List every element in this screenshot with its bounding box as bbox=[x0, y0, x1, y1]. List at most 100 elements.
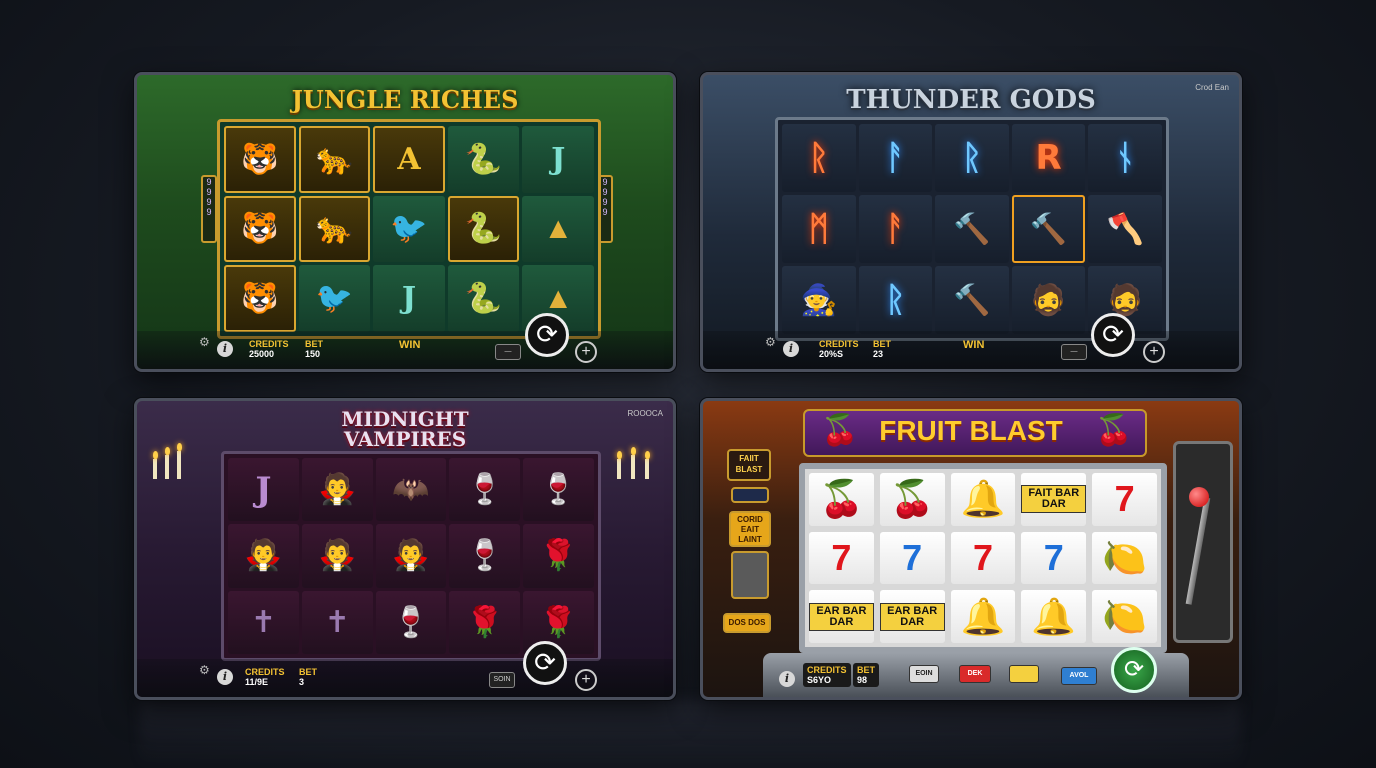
game-title: FRUIT BLAST bbox=[879, 415, 1063, 446]
title-line-2: VAMPIRES bbox=[343, 427, 467, 451]
game-tile-fruit-blast[interactable]: 🍒 🍒 FRUIT BLAST FAIIT BLAST CORID EAIT L… bbox=[700, 398, 1242, 700]
symbol-jaguar: 🐆 bbox=[298, 126, 371, 193]
bet-display: BET 23 bbox=[873, 339, 891, 359]
symbol-bell: 🔔 bbox=[950, 473, 1016, 526]
symbol-bell: 🔔 bbox=[950, 590, 1016, 643]
button-2[interactable]: DEK bbox=[959, 665, 991, 683]
symbol-seven: 7 bbox=[1092, 473, 1157, 526]
bet-plus-button[interactable]: + bbox=[575, 669, 597, 691]
credits-display: CREDITS 20%S bbox=[819, 339, 859, 359]
symbol-lemon: 🍋 bbox=[1092, 531, 1157, 585]
candle-flame bbox=[631, 447, 636, 455]
settings-icon[interactable]: ⚙ bbox=[765, 335, 776, 349]
symbol-cherry: 🍒 bbox=[879, 473, 945, 526]
control-bar: ⚙ i CREDITS 20%S BET 23 WIN — ⟳ + bbox=[703, 313, 1239, 369]
info-icon[interactable]: i bbox=[217, 669, 233, 685]
symbol-tiger: 🐯 bbox=[224, 126, 296, 193]
spin-button[interactable]: ⟳ bbox=[523, 641, 567, 685]
candle-flame bbox=[165, 447, 170, 455]
symbol-j: J bbox=[373, 265, 445, 332]
bet-plus-button[interactable]: + bbox=[1143, 341, 1165, 363]
symbol-bell: 🔔 bbox=[1021, 590, 1087, 643]
symbol-j: J bbox=[522, 126, 594, 193]
symbol-seven: 7 bbox=[809, 531, 874, 585]
side-slider[interactable] bbox=[731, 551, 769, 599]
info-icon[interactable]: i bbox=[217, 341, 233, 357]
win-display: WIN bbox=[963, 339, 985, 351]
symbol-bar: EAR BAR DAR bbox=[809, 590, 874, 643]
symbol-seven: 7 bbox=[950, 531, 1016, 585]
info-icon[interactable]: i bbox=[779, 671, 795, 687]
symbol-vampire: 🧛 bbox=[228, 524, 299, 588]
control-bar: ⚙ i CREDITS 25000 BET 150 WIN — ⟳ + bbox=[137, 313, 673, 369]
lever-knob[interactable] bbox=[1189, 487, 1209, 507]
symbol-rune: ᚱ bbox=[935, 124, 1009, 192]
corner-tag: ROOOCA bbox=[627, 409, 663, 418]
bet-display: BET 3 bbox=[299, 667, 317, 687]
bet-minus-button[interactable]: — bbox=[1061, 344, 1087, 360]
symbol-rune: ᚾ bbox=[1088, 124, 1162, 192]
symbol-tiger: 🐯 bbox=[224, 195, 296, 263]
credits-display: CREDITS 11/9E bbox=[245, 667, 285, 687]
symbol-bar: EAR BAR DAR bbox=[879, 590, 945, 643]
win-display: WIN bbox=[399, 339, 421, 351]
bet-minus-button[interactable]: — bbox=[495, 344, 521, 360]
bet-display: BET 150 bbox=[305, 339, 323, 359]
button-4[interactable]: AVOL bbox=[1061, 667, 1097, 685]
game-tile-midnight-vampires[interactable]: MIDNIGHT VAMPIRES ROOOCA J 🧛 🦇 🍷 🍷 🧛 🧛 🧛… bbox=[134, 398, 676, 700]
spin-button[interactable]: ⟳ bbox=[525, 313, 569, 357]
symbol-warrior: 🧙 bbox=[782, 266, 856, 334]
candle-flame bbox=[645, 451, 650, 459]
symbol-snake: 🐍 bbox=[447, 265, 520, 332]
symbol-snake: 🐍 bbox=[447, 195, 520, 263]
symbol-snake: 🐍 bbox=[447, 126, 520, 193]
game-tile-jungle-riches[interactable]: JUNGLE RICHES 9 9 9 9 9 9 9 9 🐯 🐆 A 🐍 J … bbox=[134, 72, 676, 372]
symbol-viking: 🧔 bbox=[1011, 266, 1086, 334]
symbol-goblet: 🍷 bbox=[375, 590, 447, 654]
credits-display: CREDITS S6YO bbox=[803, 663, 851, 687]
symbol-rune: R bbox=[1011, 124, 1086, 192]
symbol-rose: 🌹 bbox=[523, 524, 594, 588]
settings-icon[interactable]: ⚙ bbox=[199, 663, 210, 677]
button-1[interactable]: EOIN bbox=[909, 665, 939, 683]
symbol-tiger: 🐯 bbox=[224, 265, 296, 332]
symbol-seven: 7 bbox=[1021, 531, 1087, 585]
bet-minus-button[interactable]: SOIN bbox=[489, 672, 515, 688]
symbol-rune: ᚨ bbox=[858, 124, 933, 192]
settings-icon[interactable]: ⚙ bbox=[199, 335, 210, 349]
game-title: JUNGLE RICHES bbox=[291, 85, 519, 114]
symbol-hammer: 🔨 bbox=[935, 266, 1009, 334]
payline-indicator-left: 9 9 9 9 bbox=[201, 175, 217, 243]
symbol-rose: 🌹 bbox=[449, 590, 521, 654]
credits-display: CREDITS 25000 bbox=[249, 339, 289, 359]
symbol-cross: ✝ bbox=[301, 590, 373, 654]
symbol-rune: ᛗ bbox=[782, 195, 856, 263]
symbol-bar: FAIT BAR DAR bbox=[1021, 473, 1087, 526]
bet-plus-button[interactable]: + bbox=[575, 341, 597, 363]
symbol-toucan: 🐦 bbox=[298, 265, 371, 332]
symbol-goblet: 🍷 bbox=[449, 458, 521, 522]
symbol-cross: ✝ bbox=[228, 590, 299, 654]
symbol-hammer: 🔨 bbox=[935, 195, 1009, 263]
game-tile-thunder-gods[interactable]: THUNDER GODS Crod Ean ᚱ ᚨ ᚱ R ᚾ ᛗ ᚨ 🔨 🔨 … bbox=[700, 72, 1242, 372]
reel-grid: ᚱ ᚨ ᚱ R ᚾ ᛗ ᚨ 🔨 🔨 🪓 🧙 ᚱ 🔨 🧔 🧔 bbox=[775, 117, 1169, 341]
candle bbox=[165, 455, 169, 479]
candle bbox=[177, 451, 181, 479]
symbol-seven: 7 bbox=[879, 531, 945, 585]
symbol-jaguar: 🐆 bbox=[298, 195, 371, 263]
symbol-vampire: 🧛 bbox=[301, 524, 373, 588]
candle-flame bbox=[617, 451, 622, 459]
spin-button[interactable]: ⟳ bbox=[1111, 647, 1157, 693]
reel-grid: 🐯 🐆 A 🐍 J 🐯 🐆 🐦 🐍 ▲ 🐯 🐦 J 🐍 ▲ bbox=[217, 119, 601, 339]
symbol-bat: 🦇 bbox=[375, 458, 447, 522]
lever-slot bbox=[1173, 441, 1233, 643]
spin-button[interactable]: ⟳ bbox=[1091, 313, 1135, 357]
symbol-rune: ᚱ bbox=[858, 266, 933, 334]
symbol-lemon: 🍋 bbox=[1092, 590, 1157, 643]
button-3[interactable] bbox=[1009, 665, 1039, 683]
symbol-a: A bbox=[373, 126, 445, 193]
reel-grid: 🍒 🍒 🔔 FAIT BAR DAR 7 7 7 7 7 🍋 EAR BAR D… bbox=[799, 463, 1167, 653]
symbol-axe: 🪓 bbox=[1088, 195, 1162, 263]
symbol-pyramid: ▲ bbox=[522, 195, 594, 263]
info-icon[interactable]: i bbox=[783, 341, 799, 357]
